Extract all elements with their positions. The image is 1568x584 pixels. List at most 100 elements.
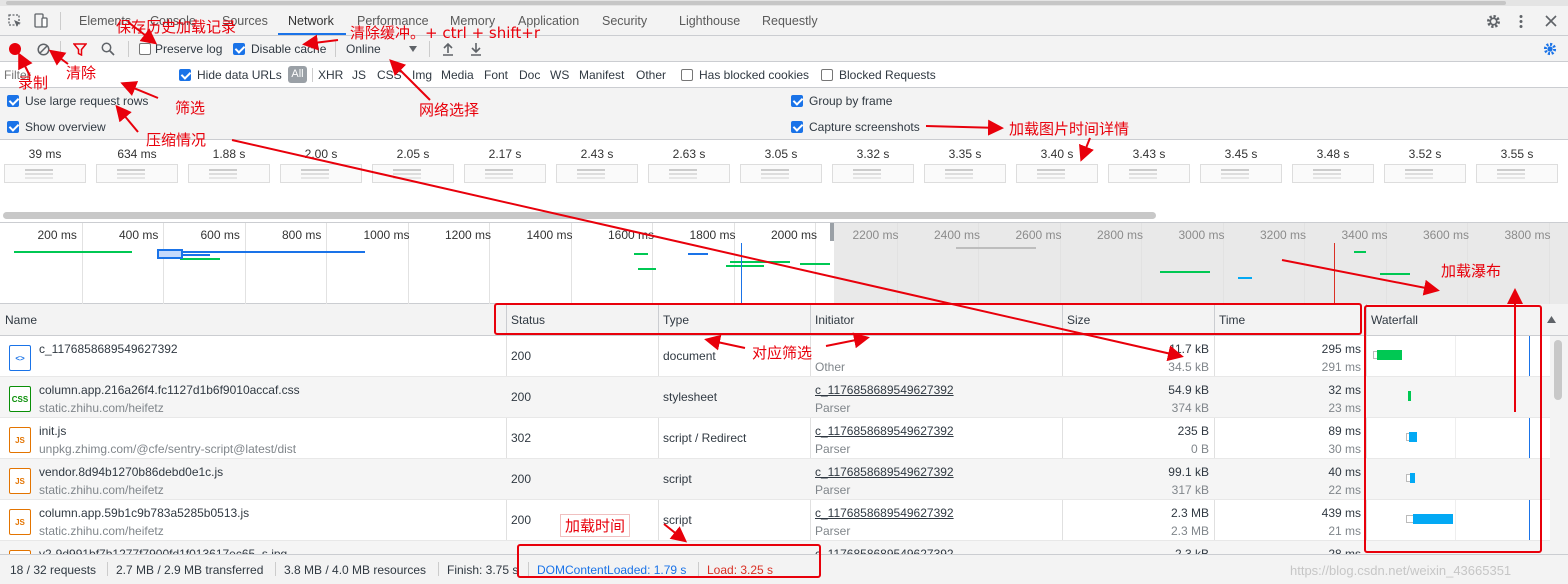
screenshot-time: 3.52 s xyxy=(1408,147,1442,161)
overview-tick-label: 3400 ms xyxy=(1341,228,1388,242)
request-size: 11.7 kB xyxy=(1169,342,1209,356)
screenshot-thumbnail[interactable] xyxy=(188,164,270,183)
screenshot-time: 39 ms xyxy=(28,147,62,161)
export-har-icon[interactable] xyxy=(470,42,482,56)
watermark-text: https://blog.csdn.net/weixin_43665351 xyxy=(1290,563,1512,578)
request-resource-size: 34.5 kB xyxy=(1168,360,1209,374)
filter-type-css[interactable]: CSS xyxy=(377,68,402,82)
tab-network[interactable]: Network xyxy=(288,14,334,28)
large-rows-checkbox[interactable] xyxy=(7,95,19,107)
record-icon[interactable] xyxy=(9,43,21,55)
column-name[interactable]: Name xyxy=(5,313,37,327)
screenshot-thumbnail[interactable] xyxy=(832,164,914,183)
request-row[interactable]: JS init.js unpkg.zhimg.com/@cfe/sentry-scr… xyxy=(0,418,1550,459)
show-overview-checkbox[interactable] xyxy=(7,121,19,133)
screenshot-time: 3.43 s xyxy=(1132,147,1166,161)
filter-type-js[interactable]: JS xyxy=(352,68,366,82)
request-latency: 30 ms xyxy=(1328,442,1361,456)
filmstrip-scrollbar-thumb[interactable] xyxy=(3,212,1156,219)
filter-type-img[interactable]: Img xyxy=(412,68,432,82)
overview-range-handle[interactable] xyxy=(830,223,834,241)
overview-tick-label: 200 ms xyxy=(37,228,77,242)
screenshot-thumbnail[interactable] xyxy=(648,164,730,183)
request-size: 235 B xyxy=(1177,424,1209,438)
top-scrollbar-thumb[interactable] xyxy=(6,1,1506,5)
blocked-requests-checkbox[interactable] xyxy=(821,69,833,81)
screenshot-thumbnail[interactable] xyxy=(740,164,822,183)
request-size: 54.9 kB xyxy=(1168,383,1209,397)
screenshot-time: 3.55 s xyxy=(1500,147,1534,161)
screenshot-thumbnail[interactable] xyxy=(1108,164,1190,183)
capture-screenshots-checkbox[interactable] xyxy=(791,121,803,133)
overview-tick-label: 400 ms xyxy=(119,228,159,242)
filter-type-manifest[interactable]: Manifest xyxy=(579,68,624,82)
screenshot-thumbnail[interactable] xyxy=(280,164,362,183)
filter-type-doc[interactable]: Doc xyxy=(519,68,540,82)
tab-security[interactable]: Security xyxy=(602,14,647,28)
filter-type-other[interactable]: Other xyxy=(636,68,666,82)
screenshot-thumbnail[interactable] xyxy=(1016,164,1098,183)
tab-lighthouse[interactable]: Lighthouse xyxy=(679,14,740,28)
filter-funnel-icon[interactable] xyxy=(73,43,87,56)
request-name: column.app.216a26f4.fc1127d1b6f9010accaf… xyxy=(39,383,300,397)
overview-tick-label: 600 ms xyxy=(200,228,240,242)
screenshot-thumbnail[interactable] xyxy=(1292,164,1374,183)
preserve-log-checkbox[interactable] xyxy=(139,43,151,55)
request-initiator[interactable]: c_1176858689549627392 xyxy=(815,383,954,397)
chevron-down-icon[interactable] xyxy=(409,46,417,52)
screenshot-thumbnail[interactable] xyxy=(464,164,546,183)
screenshot-thumbnail[interactable] xyxy=(4,164,86,183)
screenshot-thumbnail[interactable] xyxy=(1200,164,1282,183)
network-settings-gear-icon[interactable] xyxy=(1543,42,1557,56)
filmstrip-scrollbar[interactable] xyxy=(0,210,1568,222)
request-initiator[interactable]: c_1176858689549627392 xyxy=(815,547,954,554)
clear-icon[interactable] xyxy=(37,43,50,56)
overview-selection-marker[interactable] xyxy=(157,249,183,259)
request-initiator[interactable]: c_1176858689549627392 xyxy=(815,424,954,438)
throttle-select[interactable]: Online xyxy=(346,42,381,56)
screenshot-thumbnail[interactable] xyxy=(96,164,178,183)
tab-requestly[interactable]: Requestly xyxy=(762,14,818,28)
request-name: c_1176858689549627392 xyxy=(39,342,178,356)
request-row[interactable]: JS column.app.59b1c9b783a5285b0513.js stat… xyxy=(0,500,1550,541)
more-options-icon[interactable] xyxy=(1518,14,1524,29)
close-devtools-icon[interactable] xyxy=(1545,15,1557,27)
screenshot-time: 2.63 s xyxy=(672,147,706,161)
request-row[interactable]: CSS column.app.216a26f4.fc1127d1b6f9010ac… xyxy=(0,377,1550,418)
blocked-cookies-label: Has blocked cookies xyxy=(699,68,810,82)
request-row[interactable]: JS vendor.8d94b1270b86debd0e1c.js static.z… xyxy=(0,459,1550,500)
screenshot-thumbnail[interactable] xyxy=(924,164,1006,183)
screenshot-thumbnail[interactable] xyxy=(1476,164,1558,183)
filter-type-media[interactable]: Media xyxy=(441,68,474,82)
overview-tick-label: 3200 ms xyxy=(1260,228,1307,242)
request-initiator-detail: Parser xyxy=(815,483,851,497)
blocked-cookies-checkbox[interactable] xyxy=(681,69,693,81)
inspect-element-icon[interactable] xyxy=(8,14,22,28)
screenshot-thumbnail[interactable] xyxy=(1384,164,1466,183)
device-toolbar-icon[interactable] xyxy=(34,13,48,29)
sort-ascending-icon[interactable] xyxy=(1547,316,1556,323)
screenshot-thumbnail[interactable] xyxy=(372,164,454,183)
import-har-icon[interactable] xyxy=(442,42,454,56)
overview-timeline[interactable]: 200 ms 400 ms 600 ms 800 ms 1000 ms 1200 ms 14… xyxy=(0,222,1568,305)
screenshot-time: 3.48 s xyxy=(1316,147,1350,161)
request-initiator[interactable]: c_1176858689549627392 xyxy=(815,506,954,520)
overview-activity-bar xyxy=(638,268,656,270)
filter-type-font[interactable]: Font xyxy=(484,68,508,82)
request-initiator[interactable]: c_1176858689549627392 xyxy=(815,465,954,479)
request-list-scrollbar[interactable] xyxy=(1550,336,1568,554)
overview-activity-bar xyxy=(634,253,648,255)
settings-gear-icon[interactable] xyxy=(1486,14,1501,29)
filter-type-ws[interactable]: WS xyxy=(550,68,569,82)
disable-cache-checkbox[interactable] xyxy=(233,43,245,55)
request-status: 200 xyxy=(511,472,532,486)
request-name: vendor.8d94b1270b86debd0e1c.js xyxy=(39,465,224,479)
request-list-scrollbar-thumb[interactable] xyxy=(1554,340,1562,400)
screenshot-thumbnail[interactable] xyxy=(556,164,638,183)
search-icon[interactable] xyxy=(101,42,115,56)
group-by-frame-checkbox[interactable] xyxy=(791,95,803,107)
filter-type-xhr[interactable]: XHR xyxy=(318,68,343,82)
overview-tick-label: 1000 ms xyxy=(363,228,410,242)
request-status: 200 xyxy=(511,349,532,363)
request-time: 295 ms xyxy=(1321,342,1361,356)
